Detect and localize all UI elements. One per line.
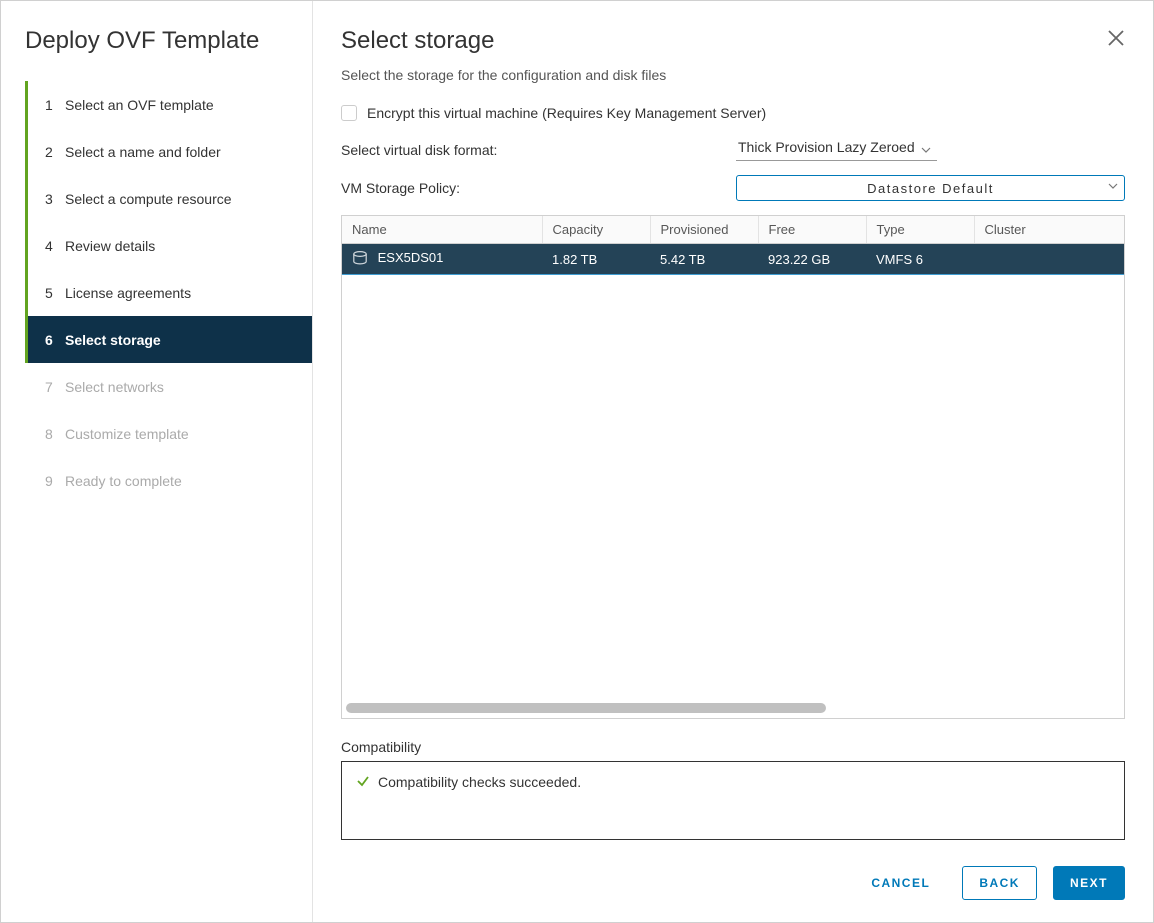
datastore-row[interactable]: ESX5DS01 1.82 TB 5.42 TB 923.22 GB VMFS … — [342, 244, 1124, 275]
disk-format-row: Select virtual disk format: Thick Provis… — [341, 139, 1125, 161]
col-capacity[interactable]: Capacity — [542, 216, 650, 244]
compatibility-box: Compatibility checks succeeded. — [341, 761, 1125, 840]
close-icon[interactable] — [1107, 29, 1125, 50]
horizontal-scrollbar[interactable] — [346, 702, 1120, 714]
back-button[interactable]: BACK — [962, 866, 1037, 900]
col-type[interactable]: Type — [866, 216, 974, 244]
check-icon — [356, 774, 370, 791]
compatibility-message: Compatibility checks succeeded. — [378, 774, 581, 790]
step-select-networks: 7Select networks — [25, 363, 312, 410]
datastore-table: Name Capacity Provisioned Free Type Clus… — [341, 215, 1125, 719]
vm-policy-label: VM Storage Policy: — [341, 180, 736, 196]
step-review-details[interactable]: 4Review details — [25, 222, 312, 269]
col-name[interactable]: Name — [342, 216, 542, 244]
wizard-main: Select storage Select the storage for th… — [313, 1, 1153, 922]
cancel-button[interactable]: CANCEL — [855, 867, 946, 899]
wizard-title: Deploy OVF Template — [1, 27, 312, 81]
chevron-down-icon — [921, 142, 931, 158]
datastore-free: 923.22 GB — [758, 244, 866, 275]
scrollbar-thumb[interactable] — [346, 703, 826, 713]
disk-format-select[interactable]: Thick Provision Lazy Zeroed — [736, 139, 937, 161]
page-title: Select storage — [341, 27, 1125, 55]
encrypt-row: Encrypt this virtual machine (Requires K… — [341, 105, 1125, 121]
compatibility-label: Compatibility — [341, 739, 1125, 755]
datastore-type: VMFS 6 — [866, 244, 974, 275]
wizard-footer: CANCEL BACK NEXT — [341, 866, 1125, 900]
col-provisioned[interactable]: Provisioned — [650, 216, 758, 244]
encrypt-checkbox[interactable] — [341, 105, 357, 121]
datastore-name: ESX5DS01 — [378, 250, 444, 265]
wizard-steps: 1Select an OVF template 2Select a name a… — [1, 81, 312, 504]
step-customize-template: 8Customize template — [25, 410, 312, 457]
step-license-agreements[interactable]: 5License agreements — [25, 269, 312, 316]
step-ready-to-complete: 9Ready to complete — [25, 457, 312, 504]
step-select-compute-resource[interactable]: 3Select a compute resource — [25, 175, 312, 222]
step-select-ovf-template[interactable]: 1Select an OVF template — [25, 81, 312, 128]
datastore-provisioned: 5.42 TB — [650, 244, 758, 275]
page-subtitle: Select the storage for the configuration… — [341, 67, 1125, 83]
next-button[interactable]: NEXT — [1053, 866, 1125, 900]
col-free[interactable]: Free — [758, 216, 866, 244]
step-select-storage[interactable]: 6Select storage — [25, 316, 312, 363]
vm-policy-row: VM Storage Policy: Datastore Default — [341, 175, 1125, 201]
datastore-cluster — [974, 244, 1124, 275]
datastore-icon — [352, 251, 368, 268]
disk-format-label: Select virtual disk format: — [341, 142, 736, 158]
col-cluster[interactable]: Cluster — [974, 216, 1124, 244]
chevron-down-icon — [1108, 179, 1118, 194]
datastore-capacity: 1.82 TB — [542, 244, 650, 275]
step-select-name-folder[interactable]: 2Select a name and folder — [25, 128, 312, 175]
wizard-sidebar: Deploy OVF Template 1Select an OVF templ… — [1, 1, 313, 922]
encrypt-label: Encrypt this virtual machine (Requires K… — [367, 105, 766, 121]
vm-policy-select[interactable]: Datastore Default — [736, 175, 1125, 201]
